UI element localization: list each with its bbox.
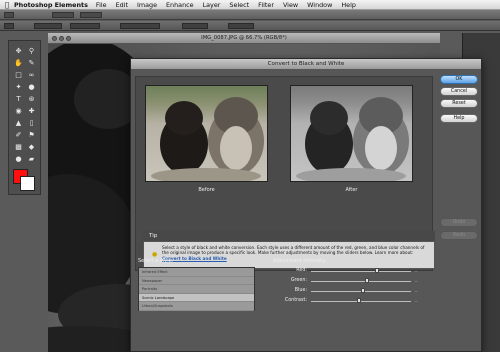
document-title: IMG_0087.JPG @ 66.7% (RGB/8*) bbox=[48, 33, 440, 44]
gradient-tool-icon[interactable]: ▩ bbox=[13, 143, 24, 152]
lasso-tool-icon[interactable]: ∞ bbox=[26, 71, 37, 80]
help-button[interactable]: Help bbox=[440, 114, 478, 123]
style-title: Select a style: bbox=[138, 258, 174, 264]
blue-slider-row: Blue: ─ bbox=[273, 287, 433, 295]
menu-filter[interactable]: Filter bbox=[258, 1, 274, 9]
after-label: After bbox=[345, 187, 358, 193]
tool-options-bar bbox=[0, 21, 500, 31]
menu-file[interactable]: File bbox=[96, 1, 107, 9]
green-slider-track[interactable] bbox=[311, 281, 411, 282]
list-item[interactable]: Newspaper bbox=[139, 277, 254, 286]
red-slider-track[interactable] bbox=[311, 271, 411, 272]
style-list[interactable]: Infrared Effect Newspaper Portraits Scen… bbox=[138, 267, 255, 311]
contrast-slider-row: Contrast: ─ bbox=[273, 297, 433, 305]
eraser-tool-icon[interactable]: ▯ bbox=[26, 119, 37, 128]
list-item[interactable]: Portraits bbox=[139, 285, 254, 294]
sponge-tool-icon[interactable]: ▰ bbox=[26, 155, 37, 164]
menu-image[interactable]: Image bbox=[137, 1, 157, 9]
shape-tool-icon[interactable]: ◆ bbox=[26, 143, 37, 152]
window-controls bbox=[52, 36, 71, 41]
close-window-icon[interactable] bbox=[52, 36, 57, 41]
app-menu[interactable]: Photoshop Elements bbox=[14, 1, 88, 9]
red-slider-row: Red: ─ bbox=[273, 267, 433, 275]
contrast-slider-thumb[interactable] bbox=[357, 298, 361, 303]
contrast-slider-track[interactable] bbox=[311, 301, 411, 302]
cancel-button[interactable]: Cancel bbox=[440, 87, 478, 96]
green-slider-row: Green: ─ bbox=[273, 277, 433, 285]
redo-button[interactable]: Redo bbox=[440, 231, 478, 240]
contrast-slider-end-icon: ─ bbox=[415, 299, 418, 304]
menu-help[interactable]: Help bbox=[341, 1, 356, 9]
healing-brush-tool-icon[interactable]: ✚ bbox=[26, 107, 37, 116]
anti-alias-toggle[interactable] bbox=[70, 23, 100, 29]
preview-panel: Before After Tip ● Select a style of bla… bbox=[135, 76, 435, 271]
type-tool-icon[interactable]: T bbox=[13, 95, 24, 104]
tip-body: Select a style of black and white conver… bbox=[162, 245, 425, 256]
clone-stamp-tool-icon[interactable]: ▲ bbox=[13, 119, 24, 128]
menu-select[interactable]: Select bbox=[229, 1, 249, 9]
tool-icon[interactable] bbox=[4, 23, 14, 29]
zoom-tool-icon[interactable]: ⚲ bbox=[26, 47, 37, 56]
red-eye-tool-icon[interactable]: ◉ bbox=[13, 107, 24, 116]
hand-tool-icon[interactable]: ✋ bbox=[13, 59, 24, 68]
blue-slider-end-icon: ─ bbox=[415, 289, 418, 294]
red-slider-end-icon: ─ bbox=[415, 269, 418, 274]
list-item[interactable]: Urban/Snapshots bbox=[139, 302, 254, 311]
green-label: Green: bbox=[290, 278, 307, 283]
contrast-label: Contrast: bbox=[284, 298, 307, 303]
red-label: Red: bbox=[296, 268, 307, 273]
list-item[interactable]: Infrared Effect bbox=[139, 268, 254, 277]
style-section: Select a style: Infrared Effect Newspape… bbox=[135, 255, 258, 313]
blue-slider-thumb[interactable] bbox=[361, 288, 365, 293]
dialog-title: Convert to Black and White bbox=[131, 59, 481, 70]
before-dogs-image bbox=[151, 97, 264, 181]
menu-view[interactable]: View bbox=[283, 1, 298, 9]
green-slider-thumb[interactable] bbox=[365, 278, 369, 283]
menu-enhance[interactable]: Enhance bbox=[166, 1, 194, 9]
options-bar bbox=[0, 10, 500, 20]
feather-field[interactable] bbox=[34, 23, 62, 29]
blue-label: Blue: bbox=[294, 288, 307, 293]
width-field[interactable] bbox=[182, 23, 208, 29]
adjustment-title: Adjustment Intensity: bbox=[273, 258, 327, 264]
after-dogs-image bbox=[296, 97, 409, 181]
green-slider-end-icon: ─ bbox=[415, 279, 418, 284]
eyedropper-tool-icon[interactable]: ✎ bbox=[26, 59, 37, 68]
before-label: Before bbox=[198, 187, 215, 193]
menu-edit[interactable]: Edit bbox=[116, 1, 128, 9]
menu-window[interactable]: Window bbox=[307, 1, 332, 9]
after-preview bbox=[290, 85, 413, 182]
convert-bw-dialog: Convert to Black and White Before After … bbox=[130, 58, 482, 352]
marquee-tool-icon[interactable]: □ bbox=[13, 71, 24, 80]
crop-tool-icon[interactable]: ⊛ bbox=[26, 95, 37, 104]
before-preview bbox=[145, 85, 268, 182]
tip-title: Tip bbox=[149, 233, 158, 239]
ok-button[interactable]: OK bbox=[440, 75, 478, 84]
undo-button[interactable]: Undo bbox=[440, 218, 478, 227]
toolbox-panel: ✥ ⚲ ✋ ✎ □ ∞ ✦ ● T ⊛ ◉ ✚ ▲ ▯ ✐ ⚑ ▩ ◆ ● ▰ bbox=[8, 40, 41, 195]
list-item[interactable]: Scenic Landscape bbox=[139, 293, 254, 303]
menu-bar:  Photoshop Elements File Edit Image Enh… bbox=[0, 0, 500, 10]
menu-layer[interactable]: Layer bbox=[203, 1, 221, 9]
option-chip[interactable] bbox=[80, 12, 102, 18]
red-slider-thumb[interactable] bbox=[375, 268, 379, 273]
apple-icon[interactable]:  bbox=[0, 1, 14, 9]
blur-tool-icon[interactable]: ● bbox=[13, 155, 24, 164]
adjustment-section: Adjustment Intensity: Red: ─ Green: ─ Bl… bbox=[273, 255, 433, 313]
paint-bucket-tool-icon[interactable]: ⚑ bbox=[26, 131, 37, 140]
reset-button[interactable]: Reset bbox=[440, 99, 478, 108]
brush-tool-icon[interactable]: ✐ bbox=[13, 131, 24, 140]
option-chip[interactable] bbox=[52, 12, 74, 18]
selection-brush-tool-icon[interactable]: ● bbox=[26, 83, 37, 92]
move-tool-icon[interactable]: ✥ bbox=[13, 47, 24, 56]
height-field[interactable] bbox=[228, 23, 254, 29]
background-color-swatch[interactable] bbox=[20, 176, 35, 191]
minimize-window-icon[interactable] bbox=[59, 36, 64, 41]
zoom-window-icon[interactable] bbox=[66, 36, 71, 41]
magic-wand-tool-icon[interactable]: ✦ bbox=[13, 83, 24, 92]
tool-preset-icon[interactable] bbox=[4, 12, 14, 18]
mode-select[interactable] bbox=[120, 23, 160, 29]
